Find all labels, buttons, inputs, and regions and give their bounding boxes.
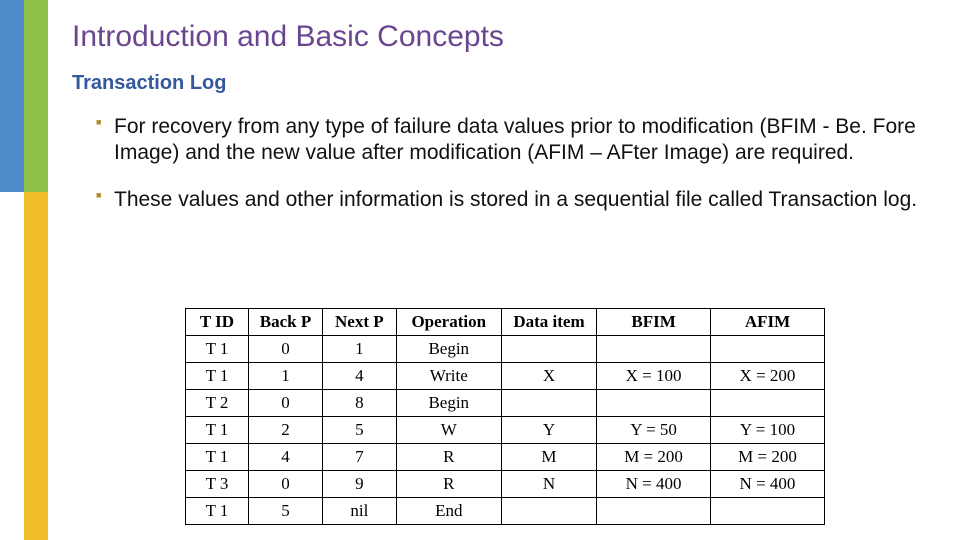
cell: 9 (323, 471, 397, 498)
slide-subtitle: Transaction Log (72, 72, 226, 95)
cell: M = 200 (597, 444, 711, 471)
cell: Y = 100 (710, 417, 824, 444)
cell: 5 (323, 417, 397, 444)
col-afim: AFIM (710, 309, 824, 336)
cell: T 2 (186, 390, 249, 417)
sidebar-white-block (0, 192, 24, 540)
cell: 1 (323, 336, 397, 363)
cell: Y (501, 417, 596, 444)
log-table: T ID Back P Next P Operation Data item B… (185, 308, 825, 525)
cell: R (396, 444, 501, 471)
cell: 4 (323, 363, 397, 390)
cell: End (396, 498, 501, 525)
cell: M = 200 (710, 444, 824, 471)
cell: X = 100 (597, 363, 711, 390)
cell: T 1 (186, 498, 249, 525)
cell: 1 (248, 363, 322, 390)
cell: Y = 50 (597, 417, 711, 444)
col-data-item: Data item (501, 309, 596, 336)
col-operation: Operation (396, 309, 501, 336)
cell: nil (323, 498, 397, 525)
table-header-row: T ID Back P Next P Operation Data item B… (186, 309, 825, 336)
slide-title: Introduction and Basic Concepts (72, 20, 504, 54)
cell (501, 390, 596, 417)
cell: Begin (396, 336, 501, 363)
transaction-log-table: T ID Back P Next P Operation Data item B… (185, 308, 825, 525)
cell: 4 (248, 444, 322, 471)
cell: M (501, 444, 596, 471)
cell: X = 200 (710, 363, 824, 390)
cell: 2 (248, 417, 322, 444)
cell: 7 (323, 444, 397, 471)
table-row: T 1 5 nil End (186, 498, 825, 525)
bullet-1: For recovery from any type of failure da… (96, 114, 926, 165)
cell: T 1 (186, 336, 249, 363)
table-row: T 2 0 8 Begin (186, 390, 825, 417)
bullet-2: These values and other information is st… (96, 187, 926, 213)
cell: N = 400 (710, 471, 824, 498)
table-row: T 1 1 4 Write X X = 100 X = 200 (186, 363, 825, 390)
slide-body: For recovery from any type of failure da… (96, 114, 926, 235)
cell: T 3 (186, 471, 249, 498)
cell: Write (396, 363, 501, 390)
col-next-p: Next P (323, 309, 397, 336)
cell (597, 336, 711, 363)
table-body: T 1 0 1 Begin T 1 1 4 Write X X = 100 X … (186, 336, 825, 525)
cell: W (396, 417, 501, 444)
cell: 5 (248, 498, 322, 525)
cell (501, 498, 596, 525)
table-row: T 1 0 1 Begin (186, 336, 825, 363)
cell: Begin (396, 390, 501, 417)
cell: R (396, 471, 501, 498)
cell (597, 498, 711, 525)
cell: N = 400 (597, 471, 711, 498)
cell: 0 (248, 471, 322, 498)
cell (710, 498, 824, 525)
cell: T 1 (186, 363, 249, 390)
cell: N (501, 471, 596, 498)
cell: X (501, 363, 596, 390)
table-row: T 1 4 7 R M M = 200 M = 200 (186, 444, 825, 471)
cell: 0 (248, 336, 322, 363)
cell: 8 (323, 390, 397, 417)
cell (501, 336, 596, 363)
table-row: T 3 0 9 R N N = 400 N = 400 (186, 471, 825, 498)
col-tid: T ID (186, 309, 249, 336)
sidebar-blue-block (0, 0, 24, 192)
cell: T 1 (186, 417, 249, 444)
table-row: T 1 2 5 W Y Y = 50 Y = 100 (186, 417, 825, 444)
decorative-sidebar (0, 0, 48, 540)
col-bfim: BFIM (597, 309, 711, 336)
col-back-p: Back P (248, 309, 322, 336)
cell (710, 336, 824, 363)
cell (710, 390, 824, 417)
cell: 0 (248, 390, 322, 417)
cell: T 1 (186, 444, 249, 471)
cell (597, 390, 711, 417)
